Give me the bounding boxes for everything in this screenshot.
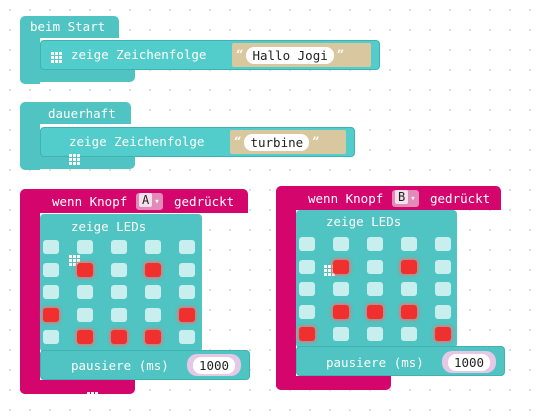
led-cell[interactable] — [401, 282, 417, 296]
led-cell[interactable] — [333, 327, 349, 341]
led-cell[interactable] — [77, 307, 93, 322]
string-input-slot[interactable]: “ Hallo Jogi ” — [232, 43, 371, 67]
chevron-down-icon: ▾ — [154, 197, 160, 207]
led-cell[interactable] — [179, 240, 195, 254]
led-cell[interactable] — [367, 237, 383, 251]
led-cell[interactable] — [299, 282, 315, 296]
grid-icon — [51, 52, 62, 63]
button-dropdown-value: B — [395, 190, 409, 204]
led-cell[interactable] — [333, 304, 349, 319]
led-cell[interactable] — [401, 304, 417, 319]
led-cell[interactable] — [145, 330, 161, 344]
led-cell[interactable] — [111, 330, 127, 344]
led-cell[interactable] — [145, 285, 161, 299]
led-cell[interactable] — [333, 282, 349, 296]
button-event-prefix: wenn Knopf — [308, 191, 384, 206]
on-start-label: beim Start — [30, 19, 106, 34]
led-cell[interactable] — [333, 259, 349, 274]
led-cell[interactable] — [401, 237, 417, 251]
pause-value-field[interactable]: 1000 — [447, 353, 491, 371]
button-b-arm — [276, 208, 296, 390]
button-a-arm — [20, 211, 40, 394]
led-cell[interactable] — [435, 282, 451, 296]
led-cell[interactable] — [43, 330, 59, 344]
led-cell[interactable] — [299, 237, 315, 251]
led-cell[interactable] — [145, 307, 161, 322]
string-value-field[interactable]: turbine — [244, 133, 310, 151]
led-cell[interactable] — [435, 237, 451, 251]
grid-icon — [87, 392, 99, 403]
pause-label: pausiere (ms) — [71, 358, 169, 373]
button-event-suffix: gedrückt — [430, 191, 491, 206]
led-cell[interactable] — [435, 304, 451, 319]
show-leds-label: zeige LEDs — [326, 214, 402, 229]
led-cell[interactable] — [77, 285, 93, 299]
led-cell[interactable] — [401, 259, 417, 274]
led-cell[interactable] — [111, 285, 127, 299]
led-cell[interactable] — [77, 330, 93, 344]
button-a-bottom — [20, 380, 135, 394]
led-cell[interactable] — [367, 304, 383, 319]
pause-label: pausiere (ms) — [326, 355, 424, 370]
show-leds-label: zeige LEDs — [71, 219, 147, 234]
led-cell[interactable] — [179, 307, 195, 322]
grid-icon — [68, 154, 80, 165]
chevron-down-icon: ▾ — [410, 194, 416, 204]
open-quote-icon: “ — [236, 47, 244, 63]
close-quote-icon: ” — [312, 134, 320, 150]
open-quote-icon: “ — [234, 134, 242, 150]
led-cell[interactable] — [111, 240, 127, 254]
led-cell[interactable] — [43, 307, 59, 322]
led-cell[interactable] — [333, 237, 349, 251]
led-cell[interactable] — [299, 304, 315, 319]
button-event-suffix: gedrückt — [174, 194, 235, 209]
button-dropdown[interactable]: B ▾ — [392, 190, 419, 207]
led-cell[interactable] — [401, 327, 417, 341]
button-dropdown-value: A — [139, 193, 153, 207]
led-cell[interactable] — [367, 327, 383, 341]
led-cell[interactable] — [367, 282, 383, 296]
led-cell[interactable] — [179, 285, 195, 299]
pause-value-field[interactable]: 1000 — [192, 356, 236, 374]
button-b-bottom — [276, 376, 391, 390]
forever-label: dauerhaft — [48, 106, 116, 121]
number-input-slot[interactable]: 1000 — [187, 354, 241, 376]
on-start-block[interactable]: beim Start zeige Zeichenfolge “ Hallo Jo… — [0, 0, 538, 84]
show-string-label: zeige Zeichenfolge — [69, 134, 205, 149]
led-cell[interactable] — [145, 262, 161, 277]
string-value-field[interactable]: Hallo Jogi — [246, 46, 334, 64]
led-cell[interactable] — [77, 262, 93, 277]
close-quote-icon: ” — [336, 47, 345, 63]
led-cell[interactable] — [77, 240, 93, 254]
led-cell[interactable] — [367, 259, 383, 274]
led-cell[interactable] — [43, 262, 59, 277]
led-cell[interactable] — [145, 240, 161, 254]
button-event-prefix: wenn Knopf — [52, 194, 128, 209]
led-cell[interactable] — [43, 240, 59, 254]
led-cell[interactable] — [435, 327, 451, 341]
number-input-slot[interactable]: 1000 — [442, 351, 496, 373]
led-cell[interactable] — [299, 327, 315, 341]
button-dropdown[interactable]: A ▾ — [136, 193, 163, 210]
show-string-label: zeige Zeichenfolge — [71, 47, 207, 62]
led-cell[interactable] — [435, 259, 451, 274]
led-cell[interactable] — [111, 307, 127, 322]
led-cell[interactable] — [43, 285, 59, 299]
led-cell[interactable] — [111, 262, 127, 277]
led-cell[interactable] — [179, 330, 195, 344]
grid-icon — [342, 403, 354, 414]
led-cell[interactable] — [299, 259, 315, 274]
led-cell[interactable] — [179, 262, 195, 277]
string-input-slot[interactable]: “ turbine ” — [230, 130, 346, 154]
